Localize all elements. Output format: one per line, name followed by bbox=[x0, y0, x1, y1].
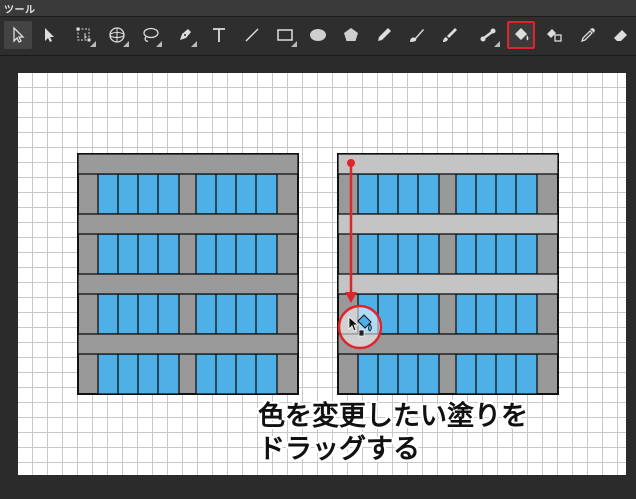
tool-paint-bucket[interactable] bbox=[507, 21, 535, 49]
tools-panel-header: ツール bbox=[0, 0, 636, 17]
polygon-tool-icon bbox=[344, 28, 358, 41]
tool-select[interactable] bbox=[4, 21, 32, 49]
tool-submenu-indicator bbox=[156, 41, 162, 47]
drawing-canvas[interactable]: 色を変更したい塗りを ドラッグする bbox=[18, 73, 626, 475]
tool-direct-select[interactable] bbox=[35, 21, 63, 49]
tool-eyedropper[interactable] bbox=[574, 21, 602, 49]
tool-brush[interactable] bbox=[403, 21, 431, 49]
building-left[interactable] bbox=[77, 153, 299, 395]
tool-submenu-indicator bbox=[123, 41, 129, 47]
eraser-tool-icon bbox=[614, 30, 627, 41]
cursor-highlight-circle bbox=[337, 304, 383, 350]
brush-tool-icon bbox=[410, 29, 424, 42]
tool-transform[interactable] bbox=[70, 21, 98, 49]
instruction-line-2: ドラッグする bbox=[258, 434, 420, 465]
tool-ellipse[interactable] bbox=[304, 21, 332, 49]
tool-bone[interactable] bbox=[474, 21, 502, 49]
paintbrush-tool-icon bbox=[443, 28, 457, 42]
toolbar bbox=[0, 17, 636, 56]
instruction-caption: 色を変更したい塗りを ドラッグする bbox=[258, 400, 588, 466]
ink-bottle-tool-icon bbox=[547, 29, 562, 42]
tool-line[interactable] bbox=[238, 21, 266, 49]
instruction-line-1: 色を変更したい塗りを bbox=[258, 401, 528, 432]
tool-ink-bottle[interactable] bbox=[540, 21, 568, 49]
line-tool-icon bbox=[245, 28, 259, 42]
eyedropper-tool-icon bbox=[580, 28, 595, 43]
tool-submenu-indicator bbox=[90, 41, 96, 47]
text-tool-icon bbox=[213, 28, 225, 42]
tool-text[interactable] bbox=[205, 21, 233, 49]
tool-pen[interactable] bbox=[171, 21, 199, 49]
tool-paintbrush[interactable] bbox=[436, 21, 464, 49]
panel-title: ツール bbox=[4, 5, 36, 16]
tool-3d-rotate[interactable] bbox=[103, 21, 131, 49]
pencil-tool-icon bbox=[378, 28, 391, 41]
tool-eraser[interactable] bbox=[607, 21, 635, 49]
select-arrow-icon bbox=[13, 26, 25, 43]
paint-bucket-tool-icon bbox=[515, 28, 529, 41]
tool-submenu-indicator bbox=[191, 41, 197, 47]
tool-submenu-indicator bbox=[291, 41, 297, 47]
tool-pencil[interactable] bbox=[370, 21, 398, 49]
tool-submenu-indicator bbox=[494, 41, 500, 47]
tool-lasso[interactable] bbox=[136, 21, 164, 49]
direct-select-icon bbox=[45, 28, 54, 42]
building-right[interactable] bbox=[337, 153, 559, 395]
tool-rectangle[interactable] bbox=[271, 21, 299, 49]
tool-polygon[interactable] bbox=[337, 21, 365, 49]
ellipse-tool-icon bbox=[310, 29, 326, 41]
